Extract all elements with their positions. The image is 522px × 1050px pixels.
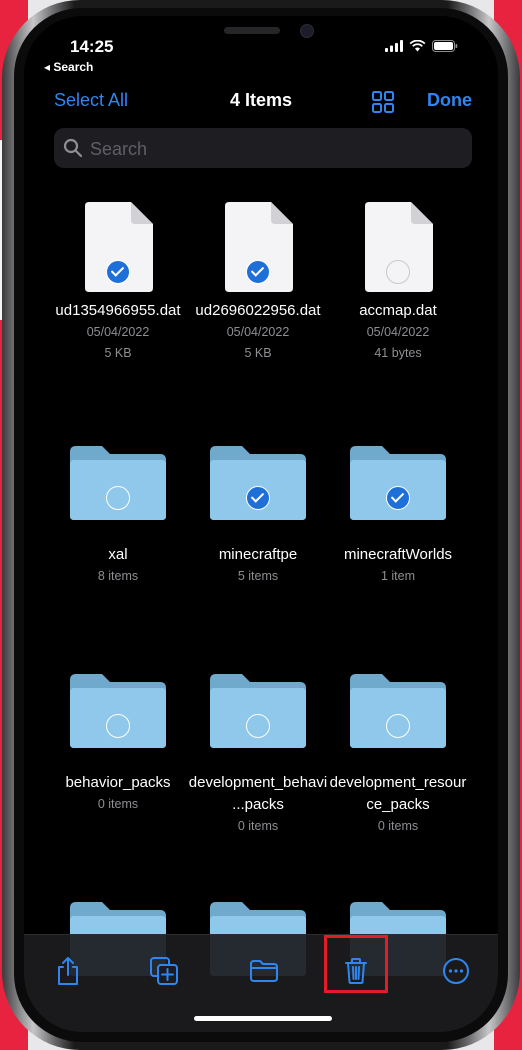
share-button[interactable] — [48, 951, 88, 991]
document-icon — [223, 202, 293, 292]
selection-checkmark[interactable] — [246, 260, 270, 284]
search-input[interactable] — [88, 136, 452, 162]
item-size: 5 KB — [104, 346, 132, 360]
item-count: 1 item — [380, 569, 416, 583]
move-button[interactable] — [244, 951, 284, 991]
item-count: 0 items — [377, 819, 419, 833]
folder-icon — [70, 674, 166, 748]
selection-checkmark[interactable] — [246, 486, 270, 510]
item-size: 5 KB — [244, 346, 272, 360]
item-date: 05/04/2022 — [226, 325, 290, 339]
item-count: 8 items — [97, 569, 139, 583]
document-icon — [363, 202, 433, 292]
selection-circle[interactable] — [386, 260, 410, 284]
done-button[interactable]: Done — [427, 90, 472, 111]
share-icon — [58, 957, 78, 985]
selection-circle[interactable] — [386, 714, 410, 738]
speaker — [224, 27, 280, 34]
selection-checkmark[interactable] — [386, 486, 410, 510]
status-icons — [385, 40, 458, 52]
selection-checkmark[interactable] — [106, 260, 130, 284]
file-item[interactable]: accmap.dat 05/04/2022 41 bytes — [328, 202, 468, 364]
more-icon — [443, 958, 469, 984]
file-item[interactable]: ud2696022956.dat 05/04/2022 5 KB — [188, 202, 328, 364]
status-time: 14:25 — [70, 37, 114, 56]
item-count: 0 items — [237, 819, 279, 833]
delete-button[interactable] — [336, 951, 376, 991]
selection-circle[interactable] — [246, 714, 270, 738]
folder-icon — [210, 446, 306, 520]
folder-icon — [350, 446, 446, 520]
phone-screen: 14:25 ◂ Search Select All 4 Items Done S… — [24, 16, 498, 1032]
search-bar[interactable] — [54, 128, 472, 168]
item-count: 0 items — [97, 797, 139, 811]
grid-view-icon — [372, 91, 394, 113]
folder-item[interactable]: minecraftWorlds 1 item — [328, 446, 468, 587]
item-name: minecraftWorlds — [343, 546, 453, 563]
more-button[interactable] — [436, 951, 476, 991]
selection-circle[interactable] — [106, 486, 130, 510]
item-name: ud2696022956.dat — [195, 302, 321, 319]
item-date: 05/04/2022 — [86, 325, 150, 339]
item-name: accmap.dat — [359, 302, 437, 319]
duplicate-icon — [150, 957, 178, 985]
phone-frame: 14:25 ◂ Search Select All 4 Items Done S… — [2, 0, 520, 1050]
item-name: xal — [108, 546, 128, 563]
item-name: ud1354966955.dat — [55, 302, 181, 319]
item-date: 05/04/2022 — [366, 325, 430, 339]
selection-circle[interactable] — [106, 714, 130, 738]
item-name: development_resource_packs — [329, 774, 467, 813]
item-name: behavior_packs — [65, 774, 171, 791]
signal-icon — [385, 40, 403, 52]
item-name: minecraftpe — [218, 546, 298, 563]
folder-item[interactable]: development_behavi...packs 0 items — [188, 674, 328, 837]
navigation-bar: Select All 4 Items Done — [24, 90, 498, 118]
folder-icon — [350, 674, 446, 748]
item-count: 5 items — [237, 569, 279, 583]
camera — [300, 24, 314, 38]
folder-icon — [210, 674, 306, 748]
home-indicator[interactable] — [194, 1016, 332, 1021]
folder-item[interactable]: xal 8 items — [48, 446, 188, 587]
trash-icon — [345, 958, 367, 984]
grid-view-button[interactable] — [371, 90, 395, 119]
folder-item[interactable]: behavior_packs 0 items — [48, 674, 188, 815]
file-item[interactable]: ud1354966955.dat 05/04/2022 5 KB — [48, 202, 188, 364]
folder-item[interactable]: minecraftpe 5 items — [188, 446, 328, 587]
duplicate-button[interactable] — [144, 951, 184, 991]
notch — [136, 16, 366, 56]
battery-icon — [432, 40, 458, 52]
back-to-search-link[interactable]: ◂ Search — [44, 60, 93, 74]
search-icon — [63, 138, 83, 158]
item-name: development_behavi...packs — [188, 774, 328, 813]
folder-icon — [250, 960, 278, 982]
document-icon — [83, 202, 153, 292]
wifi-icon — [409, 40, 426, 52]
item-size: 41 bytes — [374, 346, 422, 360]
folder-icon — [70, 446, 166, 520]
folder-item[interactable]: development_resource_packs 0 items — [328, 674, 468, 837]
